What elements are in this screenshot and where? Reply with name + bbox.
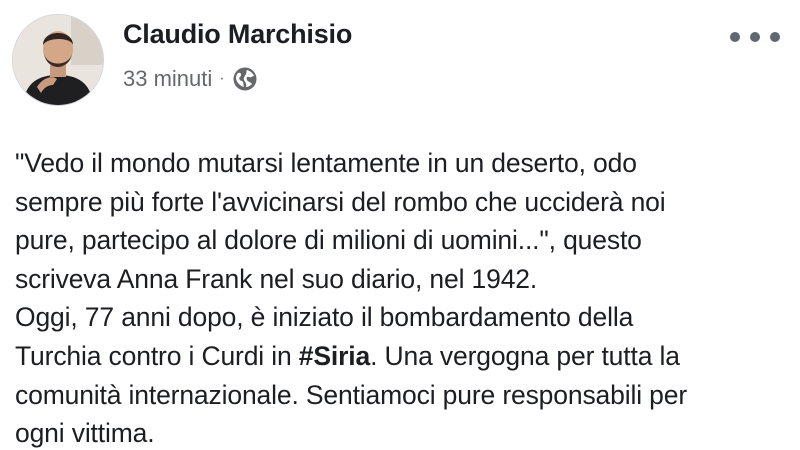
more-options-button[interactable]	[730, 22, 780, 52]
post-meta: 33 minuti ·	[123, 64, 258, 94]
post-text-line: sempre più forte l'avvicinarsi del rombo…	[15, 186, 666, 217]
author-name[interactable]: Claudio Marchisio	[123, 19, 352, 50]
hashtag-link[interactable]: #Siria	[299, 341, 370, 371]
post-text-fragment: . Una vergogna per tutta la	[370, 340, 680, 371]
post-body: "Vedo il mondo mutarsi lentamente in un …	[15, 144, 795, 450]
more-options-icon-dot	[770, 32, 780, 42]
avatar-photo	[13, 15, 103, 105]
post-text-line: scriveva Anna Frank nel suo diario, nel …	[15, 263, 538, 294]
more-options-icon-dot	[750, 32, 760, 42]
post-text-line: comunità internazionale. Sentiamoci pure…	[15, 379, 688, 410]
post-text-line: ogni vittima.	[15, 418, 155, 449]
post-text-line: pure, partecipo al dolore di milioni di …	[15, 225, 642, 256]
more-options-icon	[730, 32, 740, 42]
author-avatar[interactable]	[12, 14, 104, 106]
post-timestamp[interactable]: 33 minuti	[123, 66, 212, 92]
post-text-line: Oggi, 77 anni dopo, è iniziato il bombar…	[15, 302, 634, 333]
globe-icon[interactable]	[232, 66, 258, 92]
post-text-line: "Vedo il mondo mutarsi lentamente in un …	[15, 148, 637, 178]
post-header: Claudio Marchisio 33 minuti ·	[0, 0, 800, 120]
facebook-post: Claudio Marchisio 33 minuti · "Vedo il m…	[0, 0, 800, 450]
post-text-line: Turchia contro i Curdi in #Siria. Una ve…	[15, 337, 795, 376]
post-text-fragment: Turchia contro i Curdi in	[15, 340, 299, 371]
meta-separator: ·	[219, 70, 225, 87]
